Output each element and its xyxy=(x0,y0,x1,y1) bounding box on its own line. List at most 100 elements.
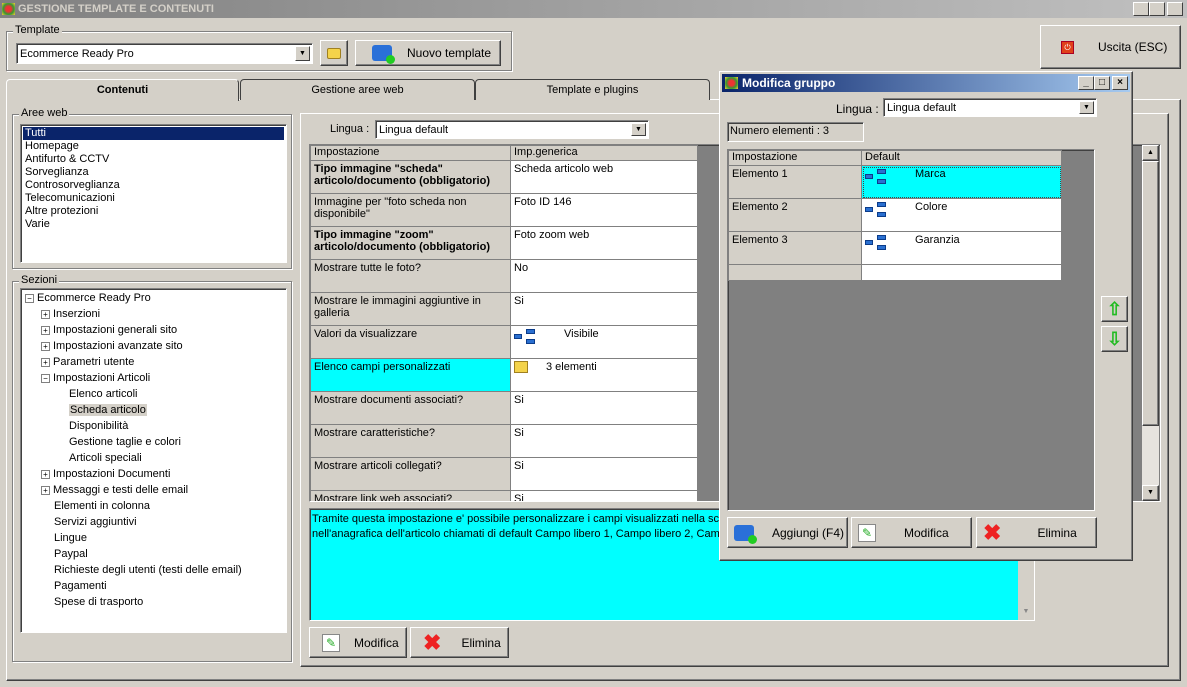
expand-icon[interactable]: + xyxy=(41,357,50,367)
scroll-down-icon[interactable]: ▼ xyxy=(1142,485,1159,501)
dialog-modify-button[interactable]: ✎ Modifica xyxy=(851,517,972,548)
aree-web-list[interactable]: Tutti Homepage Antifurto & CCTV Sorveglianz… xyxy=(20,124,287,263)
column-header[interactable]: Default xyxy=(861,150,1062,166)
tree-item[interactable]: + Impostazioni generali sito xyxy=(25,322,282,338)
setting-value-cell[interactable]: 3 elementi xyxy=(510,358,698,392)
table-row[interactable]: Tipo immagine "scheda" articolo/document… xyxy=(310,160,698,194)
lingua-select[interactable]: Lingua default ▼ xyxy=(375,120,649,139)
move-up-button[interactable]: ⇧ xyxy=(1101,296,1128,322)
aree-web-item[interactable]: Altre protezioni xyxy=(23,205,284,218)
setting-value-cell[interactable]: Foto ID 146 xyxy=(510,193,698,227)
exit-button[interactable]: ⏻ Uscita (ESC) xyxy=(1040,25,1181,69)
table-row[interactable]: Mostrare articoli collegati? Si xyxy=(310,457,698,491)
table-row[interactable]: Elemento 2 Colore xyxy=(728,198,1062,232)
table-row[interactable]: Mostrare link web associati? Si xyxy=(310,490,698,501)
tree-item[interactable]: Scheda articolo xyxy=(25,402,282,418)
element-value-cell[interactable]: Colore xyxy=(861,198,1062,232)
sezioni-tree[interactable]: − Ecommerce Ready Pro + Inserzioni + Imposta… xyxy=(20,288,287,633)
move-down-button[interactable]: ⇩ xyxy=(1101,326,1128,352)
expand-icon[interactable]: + xyxy=(41,469,50,479)
tree-item[interactable]: Lingue xyxy=(25,530,282,546)
setting-value-cell[interactable]: No xyxy=(510,259,698,293)
table-row[interactable]: Elenco campi personalizzati 3 elementi xyxy=(310,358,698,392)
minimize-button[interactable]: _ xyxy=(1078,76,1094,90)
tree-item[interactable]: Articoli speciali xyxy=(25,450,282,466)
aree-web-item[interactable]: Telecomunicazioni xyxy=(23,192,284,205)
template-select[interactable]: Ecommerce Ready Pro ▼ xyxy=(16,43,313,64)
scroll-up-icon[interactable]: ▲ xyxy=(1142,145,1159,161)
tree-item-label: Servizi aggiuntivi xyxy=(54,516,137,528)
tab-template-plugins[interactable]: Template e plugins xyxy=(475,79,710,100)
grid-scrollbar[interactable]: ▲ ▼ xyxy=(1142,145,1159,501)
new-template-button[interactable]: Nuovo template xyxy=(355,40,501,66)
close-button[interactable]: × xyxy=(1112,76,1128,90)
tree-item[interactable]: Servizi aggiuntivi xyxy=(25,514,282,530)
setting-value-cell[interactable]: Si xyxy=(510,490,698,501)
element-value-cell[interactable]: Garanzia xyxy=(861,231,1062,265)
table-row[interactable]: Elemento 1 Marca xyxy=(728,165,1062,199)
table-row[interactable]: Mostrare tutte le foto? No xyxy=(310,259,698,293)
dialog-grid[interactable]: Impostazione Default Elemento 1 Marca Eleme… xyxy=(727,149,1095,511)
aree-web-item[interactable]: Homepage xyxy=(23,140,284,153)
table-row[interactable]: Mostrare documenti associati? Si xyxy=(310,391,698,425)
tree-item[interactable]: Disponibilità xyxy=(25,418,282,434)
open-folder-button[interactable] xyxy=(320,40,348,66)
setting-value-cell[interactable]: Visibile xyxy=(510,325,698,359)
tree-item[interactable]: − Impostazioni Articoli xyxy=(25,370,282,386)
table-row[interactable]: Elemento 3 Garanzia xyxy=(728,231,1062,265)
tree-item[interactable]: Pagamenti xyxy=(25,578,282,594)
setting-value-cell[interactable]: Si xyxy=(510,457,698,491)
tree-root[interactable]: − Ecommerce Ready Pro xyxy=(25,290,282,306)
setting-value-cell[interactable]: Scheda articolo web xyxy=(510,160,698,194)
expand-icon[interactable]: + xyxy=(41,309,50,319)
tree-item[interactable]: Paypal xyxy=(25,546,282,562)
collapse-icon[interactable]: − xyxy=(41,373,50,383)
table-row[interactable]: Immagine per "foto scheda non disponibil… xyxy=(310,193,698,227)
tab-gestione-aree-web[interactable]: Gestione aree web xyxy=(240,79,475,100)
aree-web-item[interactable]: Tutti xyxy=(23,127,284,140)
chevron-down-icon[interactable]: ▼ xyxy=(295,46,310,61)
setting-value-cell[interactable]: Si xyxy=(510,424,698,458)
expand-icon[interactable]: + xyxy=(41,341,50,351)
column-header[interactable]: Imp.generica xyxy=(510,145,698,161)
aree-web-item[interactable]: Antifurto & CCTV xyxy=(23,153,284,166)
setting-value-cell[interactable]: Si xyxy=(510,391,698,425)
tree-item[interactable]: + Inserzioni xyxy=(25,306,282,322)
aree-web-item[interactable]: Controsorveglianza xyxy=(23,179,284,192)
element-value-cell[interactable]: Marca xyxy=(861,165,1062,199)
setting-value-cell[interactable]: Foto zoom web xyxy=(510,226,698,260)
maximize-button[interactable]: □ xyxy=(1094,76,1110,90)
expand-icon[interactable]: + xyxy=(41,325,50,335)
dialog-lingua-select[interactable]: Lingua default ▼ xyxy=(883,98,1097,117)
dialog-delete-button[interactable]: ✖ Elimina xyxy=(976,517,1097,548)
delete-button[interactable]: ✖ Elimina xyxy=(410,627,509,658)
scroll-thumb[interactable] xyxy=(1142,161,1159,426)
expand-icon[interactable]: + xyxy=(41,485,50,495)
close-button[interactable]: × xyxy=(1167,2,1183,16)
table-row[interactable]: Mostrare caratteristiche? Si xyxy=(310,424,698,458)
minimize-button[interactable]: _ xyxy=(1133,2,1149,16)
aree-web-item[interactable]: Varie xyxy=(23,218,284,231)
tree-item[interactable]: Gestione taglie e colori xyxy=(25,434,282,450)
aree-web-item[interactable]: Sorveglianza xyxy=(23,166,284,179)
tree-item[interactable]: + Impostazioni avanzate sito xyxy=(25,338,282,354)
tree-item[interactable]: Richieste degli utenti (testi delle emai… xyxy=(25,562,282,578)
maximize-button[interactable]: □ xyxy=(1149,2,1165,16)
tree-item[interactable]: Spese di trasporto xyxy=(25,594,282,610)
setting-value-cell[interactable]: Si xyxy=(510,292,698,326)
column-header[interactable]: Impostazione xyxy=(310,145,511,161)
table-row[interactable]: Valori da visualizzare Visibile xyxy=(310,325,698,359)
tree-item[interactable]: + Impostazioni Documenti xyxy=(25,466,282,482)
chevron-down-icon[interactable]: ▼ xyxy=(631,123,646,136)
tree-item[interactable]: + Parametri utente xyxy=(25,354,282,370)
tree-item[interactable]: Elementi in colonna xyxy=(25,498,282,514)
table-row[interactable]: Tipo immagine "zoom" articolo/documento … xyxy=(310,226,698,260)
tree-item[interactable]: + Messaggi e testi delle email xyxy=(25,482,282,498)
tree-item[interactable]: Elenco articoli xyxy=(25,386,282,402)
column-header[interactable]: Impostazione xyxy=(728,150,862,166)
chevron-down-icon[interactable]: ▼ xyxy=(1079,101,1094,114)
add-button[interactable]: Aggiungi (F4) xyxy=(727,517,848,548)
tab-contenuti[interactable]: Contenuti xyxy=(6,79,239,101)
modify-button[interactable]: ✎ Modifica xyxy=(309,627,407,658)
table-row[interactable]: Mostrare le immagini aggiuntive in galle… xyxy=(310,292,698,326)
